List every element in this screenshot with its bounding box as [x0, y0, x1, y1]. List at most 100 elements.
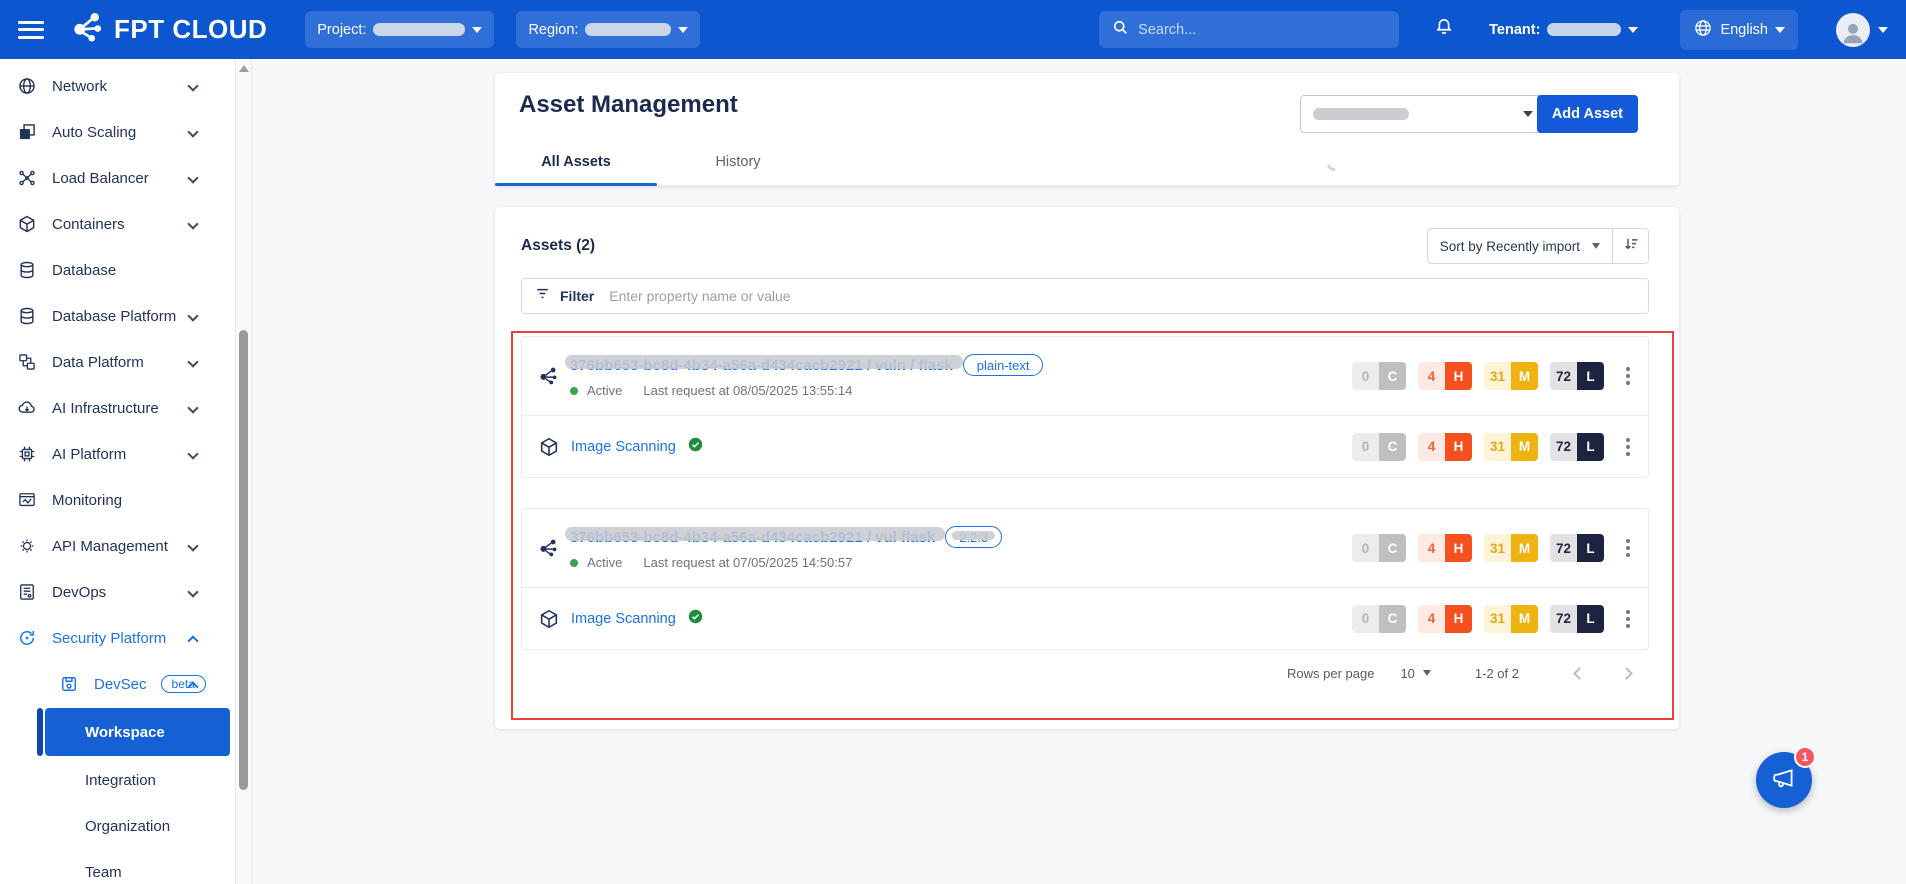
- severity-badge-medium: 31M: [1484, 534, 1538, 562]
- api-gear-icon: [16, 535, 38, 557]
- sidebar-item-data-platform[interactable]: Data Platform: [0, 339, 235, 385]
- workspace-select-dropdown[interactable]: [1300, 95, 1546, 133]
- severity-badge-high: 4H: [1418, 362, 1472, 390]
- sidebar-item-monitoring[interactable]: Monitoring: [0, 477, 235, 523]
- tab-history[interactable]: History: [657, 138, 819, 185]
- molecule-icon: [538, 365, 560, 387]
- sidebar-item-security-platform[interactable]: Security Platform: [0, 615, 235, 661]
- sidebar-item-label: Security Platform: [52, 630, 166, 647]
- severity-count: 0: [1352, 433, 1379, 461]
- cube-icon: [538, 436, 560, 458]
- caret-down-icon: [1628, 27, 1638, 33]
- monitoring-icon: [16, 489, 38, 511]
- sidebar-item-api-management[interactable]: API Management: [0, 523, 235, 569]
- severity-count: 31: [1484, 433, 1511, 461]
- severity-badge-low: 72L: [1550, 362, 1604, 390]
- sidebar-subitem-integration[interactable]: Integration: [0, 757, 235, 803]
- severity-badge-critical: 0C: [1352, 534, 1406, 562]
- project-selector[interactable]: Project:: [305, 11, 494, 48]
- workspace-active-rail: [37, 708, 43, 756]
- add-asset-button[interactable]: Add Asset: [1537, 95, 1638, 133]
- sort-dropdown[interactable]: Sort by Recently import: [1428, 229, 1612, 263]
- redacted-workspace-name: [1313, 108, 1409, 120]
- megaphone-icon: [1771, 765, 1797, 796]
- asset-name-link[interactable]: 376bb653-bc8d-4b34-a56a-d434cacb2921 / v…: [570, 357, 953, 374]
- sidebar-item-database[interactable]: Database: [0, 247, 235, 293]
- sidebar-item-load-balancer[interactable]: Load Balancer: [0, 155, 235, 201]
- avatar-menu[interactable]: [1836, 13, 1888, 47]
- rows-per-page-label: Rows per page: [1287, 666, 1374, 681]
- sidebar-subitem-workspace[interactable]: Workspace: [45, 708, 230, 756]
- chevron-down-icon: [187, 402, 198, 413]
- caret-down-icon: [1423, 670, 1431, 676]
- asset-row: 376bb653-bc8d-4b34-a56a-d434cacb2921 / v…: [522, 337, 1648, 415]
- language-selector[interactable]: English: [1680, 10, 1798, 50]
- language-label: English: [1720, 22, 1768, 38]
- sidebar-subitem-team[interactable]: Team: [0, 849, 235, 884]
- asset-group: 376bb653-bc8d-4b34-a56a-d434cacb2921 / v…: [521, 508, 1649, 650]
- tenant-label: Tenant:: [1489, 22, 1540, 38]
- brand-text: FPT CLOUD: [114, 14, 267, 45]
- sidebar-item-devops[interactable]: DevOps: [0, 569, 235, 615]
- sidebar-item-network[interactable]: Network: [0, 63, 235, 109]
- search-input[interactable]: [1138, 22, 1387, 38]
- severity-letter: H: [1445, 433, 1472, 461]
- next-page-button[interactable]: [1620, 667, 1633, 680]
- sidebar-item-devsec[interactable]: DevSec beta: [0, 661, 235, 707]
- sidebar-item-label: Network: [52, 78, 107, 95]
- sidebar-subitem-organization[interactable]: Organization: [0, 803, 235, 849]
- page-title: Asset Management: [519, 91, 738, 119]
- sidebar-item-label: Data Platform: [52, 354, 144, 371]
- asset-tag-text: plain-text: [977, 358, 1030, 373]
- rows-per-page-select[interactable]: 10: [1400, 666, 1430, 681]
- rows-per-page-value: 10: [1400, 666, 1414, 681]
- prev-page-button[interactable]: [1573, 667, 1586, 680]
- sort-control: Sort by Recently import: [1427, 228, 1649, 264]
- tab-all-assets[interactable]: All Assets: [495, 138, 657, 185]
- status-text: Active: [587, 555, 622, 570]
- severity-count: 0: [1352, 605, 1379, 633]
- announcement-fab[interactable]: 1: [1756, 752, 1812, 808]
- sidebar-item-auto-scaling[interactable]: Auto Scaling: [0, 109, 235, 155]
- assets-heading: Assets (2): [521, 237, 595, 255]
- severity-badge-high: 4H: [1418, 534, 1472, 562]
- sidebar-item-label: AI Infrastructure: [52, 400, 159, 417]
- hamburger-menu-button[interactable]: [18, 21, 44, 39]
- severity-count: 0: [1352, 362, 1379, 390]
- data-platform-icon: [16, 351, 38, 373]
- scrollbar-thumb[interactable]: [239, 330, 248, 790]
- region-selector[interactable]: Region:: [516, 11, 700, 48]
- sort-label: Sort by Recently import: [1440, 239, 1580, 254]
- filter-bar: Filter: [521, 278, 1649, 314]
- database-icon: [16, 259, 38, 281]
- fpt-cloud-logo[interactable]: FPT CLOUD: [70, 9, 267, 50]
- row-menu-button[interactable]: [1622, 535, 1634, 561]
- chevron-down-icon: [187, 310, 198, 321]
- status-dot: [570, 387, 578, 395]
- caret-down-icon: [1775, 27, 1785, 33]
- tenant-selector[interactable]: Tenant:: [1489, 22, 1638, 38]
- sidebar-item-containers[interactable]: Containers: [0, 201, 235, 247]
- severity-count: 31: [1484, 534, 1511, 562]
- sidebar-item-ai-platform[interactable]: AI Platform: [0, 431, 235, 477]
- row-menu-button[interactable]: [1622, 606, 1634, 632]
- sidebar-item-database-platform[interactable]: Database Platform: [0, 293, 235, 339]
- sort-descending-icon: [1622, 235, 1640, 258]
- global-search: [1099, 11, 1399, 48]
- severity-badge-medium: 31M: [1484, 605, 1538, 633]
- severity-badge-low: 72L: [1550, 433, 1604, 461]
- last-request-text: Last request at 07/05/2025 14:50:57: [643, 555, 852, 570]
- filter-input[interactable]: [609, 288, 1636, 304]
- sort-order-button[interactable]: [1612, 229, 1648, 263]
- row-menu-button[interactable]: [1622, 363, 1634, 389]
- asset-name-link[interactable]: 376bb653-bc8d-4b34-a56a-d434cacb2921 / v…: [570, 529, 935, 546]
- notification-bell-button[interactable]: [1433, 16, 1455, 43]
- image-scanning-link[interactable]: Image Scanning: [571, 611, 676, 627]
- caret-down-icon: [1592, 243, 1600, 249]
- sidebar-item-ai-infrastructure[interactable]: AI Infrastructure: [0, 385, 235, 431]
- sidebar-item-label: Database: [52, 262, 116, 279]
- tab-bar: All Assets History: [495, 138, 1679, 186]
- row-menu-button[interactable]: [1622, 434, 1634, 460]
- image-scanning-link[interactable]: Image Scanning: [571, 439, 676, 455]
- scrollbar-up-arrow[interactable]: [239, 65, 249, 72]
